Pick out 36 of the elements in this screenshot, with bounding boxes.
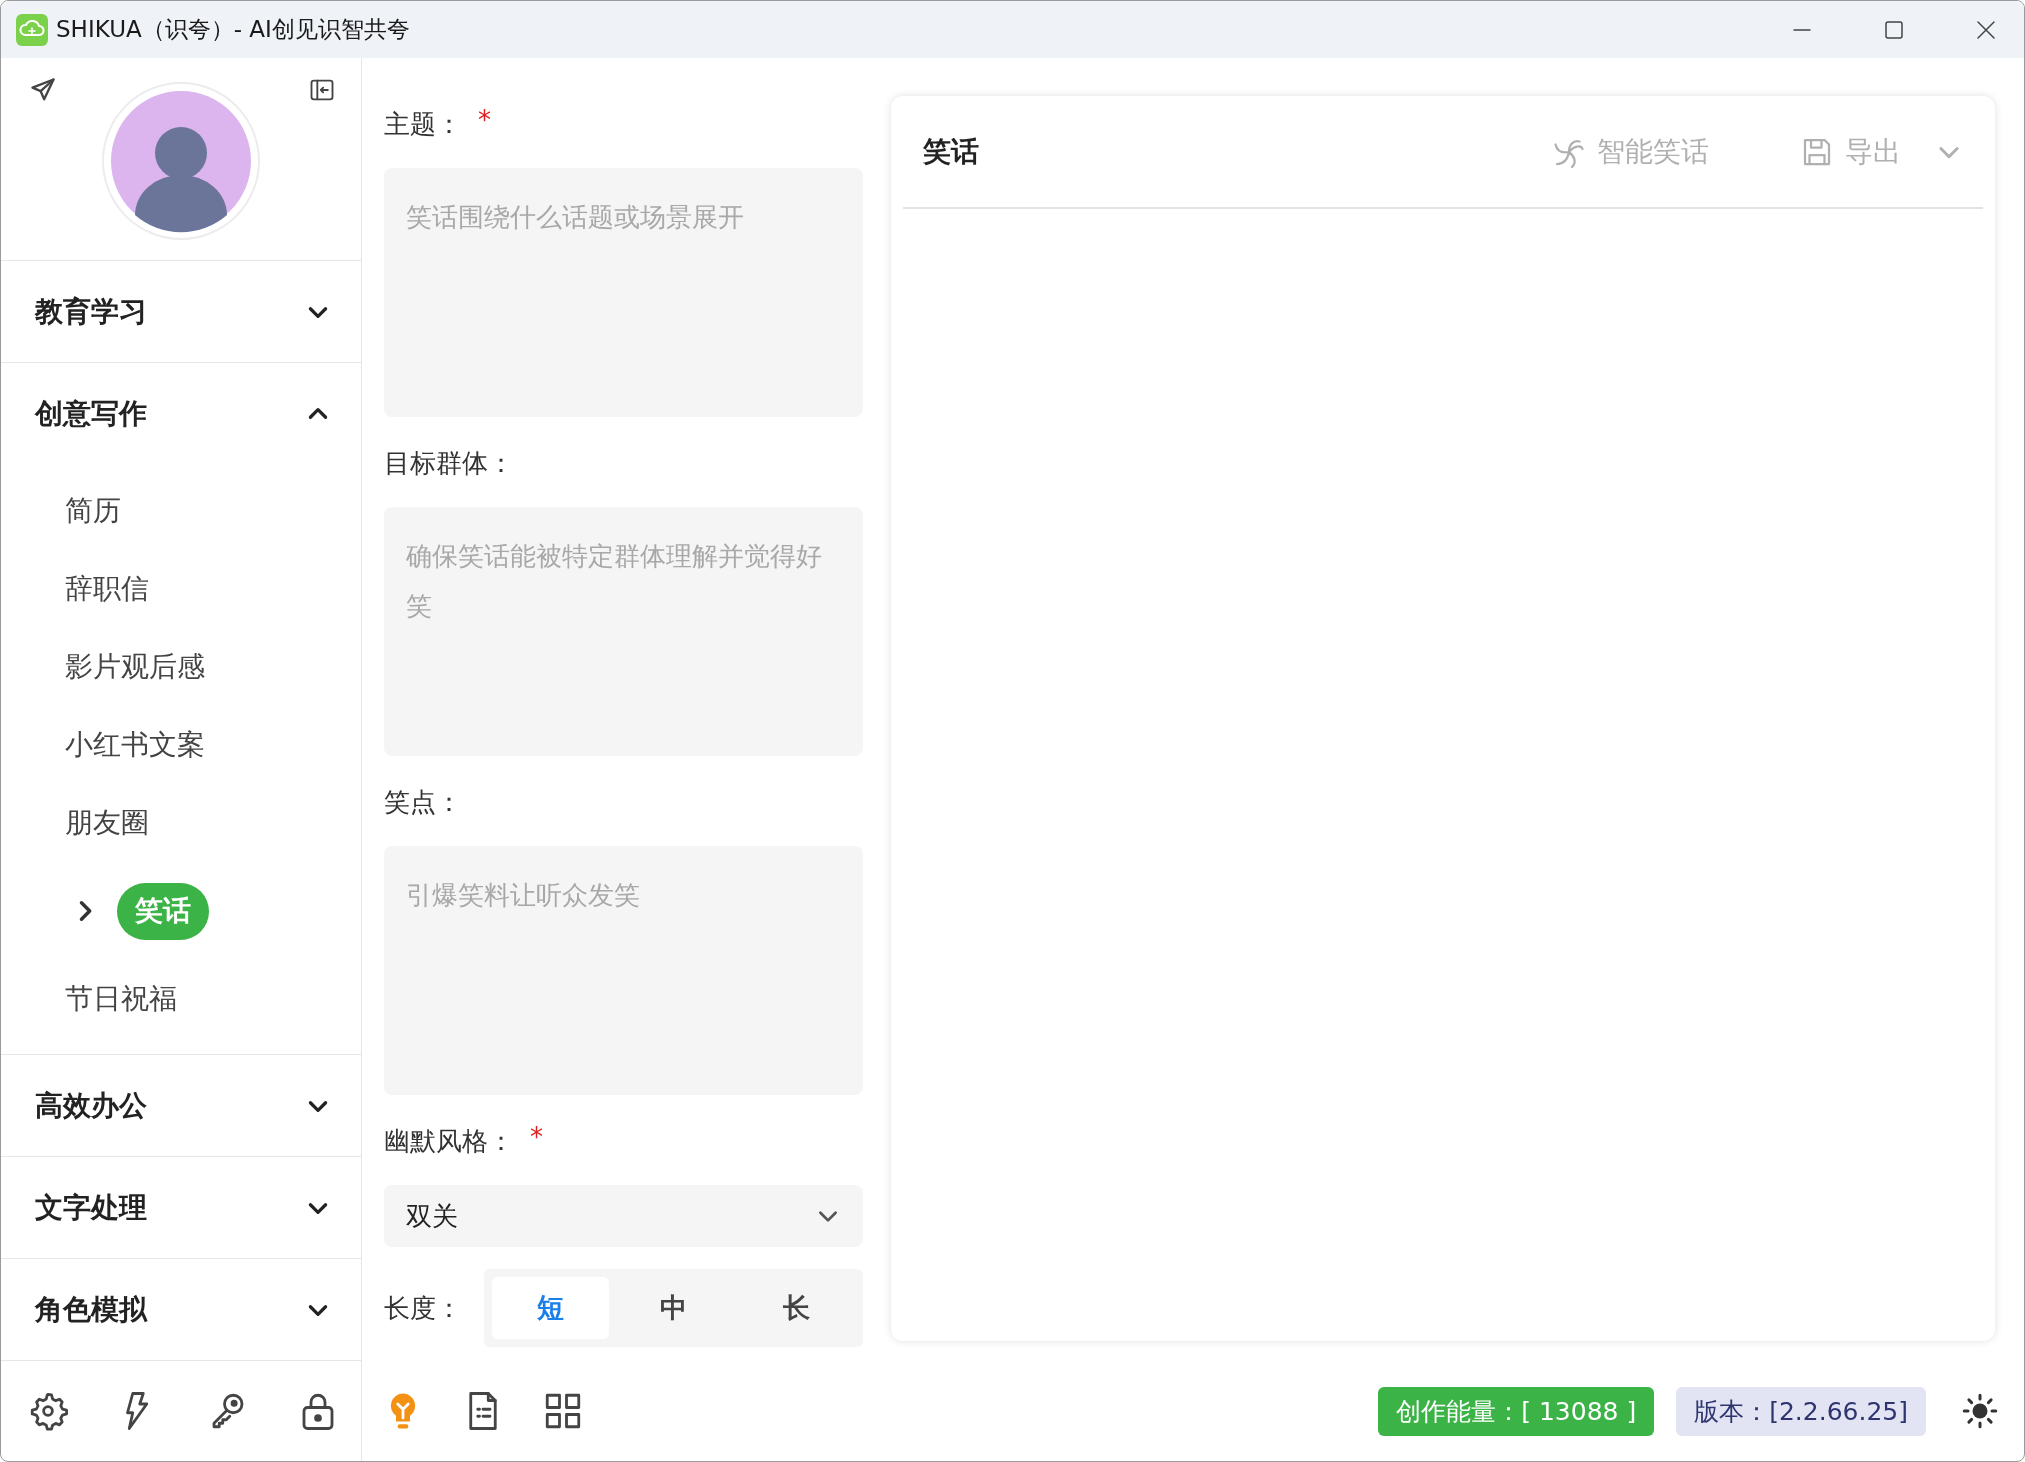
menu-item[interactable]: 节日祝福 <box>65 980 177 1018</box>
text-area[interactable]: 引爆笑料让听众发笑 <box>384 846 863 1095</box>
dropdown[interactable]: 双关 <box>384 1185 863 1247</box>
app-logo-icon <box>16 13 48 46</box>
length-option[interactable]: 短 <box>492 1277 609 1339</box>
category-header[interactable]: 高效办公 <box>1 1055 361 1156</box>
window-title: SHIKUA（识夸）- AI创见识智共夸 <box>56 15 410 44</box>
field-label: 长度： <box>384 1291 462 1325</box>
energy-badge: 创作能量：[ 13088 ] <box>1378 1386 1655 1436</box>
menu-item[interactable]: 朋友圈 <box>65 804 149 842</box>
text-area[interactable]: 笑话围绕什么话题或场景展开 <box>384 168 863 417</box>
menu-item[interactable]: 简历 <box>65 492 121 530</box>
required-mark: * <box>478 105 491 135</box>
menu-item[interactable]: 辞职信 <box>65 570 149 608</box>
category-label: 角色模拟 <box>35 1291 147 1328</box>
length-option[interactable]: 中 <box>615 1277 732 1339</box>
category-header[interactable]: 角色模拟 <box>1 1259 361 1360</box>
sun-icon[interactable] <box>1962 1393 1998 1429</box>
field-label: 幽默风格： <box>384 1124 514 1158</box>
category-header[interactable]: 教育学习 <box>1 261 361 362</box>
field-label: 主题： <box>384 107 462 141</box>
version-badge: 版本：[2.2.66.25] <box>1676 1386 1926 1436</box>
category-header[interactable]: 创意写作 <box>1 363 361 464</box>
category-label: 文字处理 <box>35 1189 147 1226</box>
category-label: 教育学习 <box>35 293 147 330</box>
menu-item[interactable]: 小红书文案 <box>65 726 205 764</box>
menu-item[interactable]: 影片观后感 <box>65 648 205 686</box>
field-label: 目标群体： <box>384 446 514 480</box>
length-option[interactable]: 长 <box>738 1277 855 1339</box>
field-label: 笑点： <box>384 785 462 819</box>
category-label: 高效办公 <box>35 1087 147 1124</box>
text-area[interactable]: 确保笑话能被特定群体理解并觉得好笑 <box>384 507 863 756</box>
required-mark: * <box>530 1122 543 1152</box>
category-header[interactable]: 文字处理 <box>1 1157 361 1258</box>
category-label: 创意写作 <box>35 395 147 432</box>
panel-title: 笑话 <box>923 133 979 170</box>
